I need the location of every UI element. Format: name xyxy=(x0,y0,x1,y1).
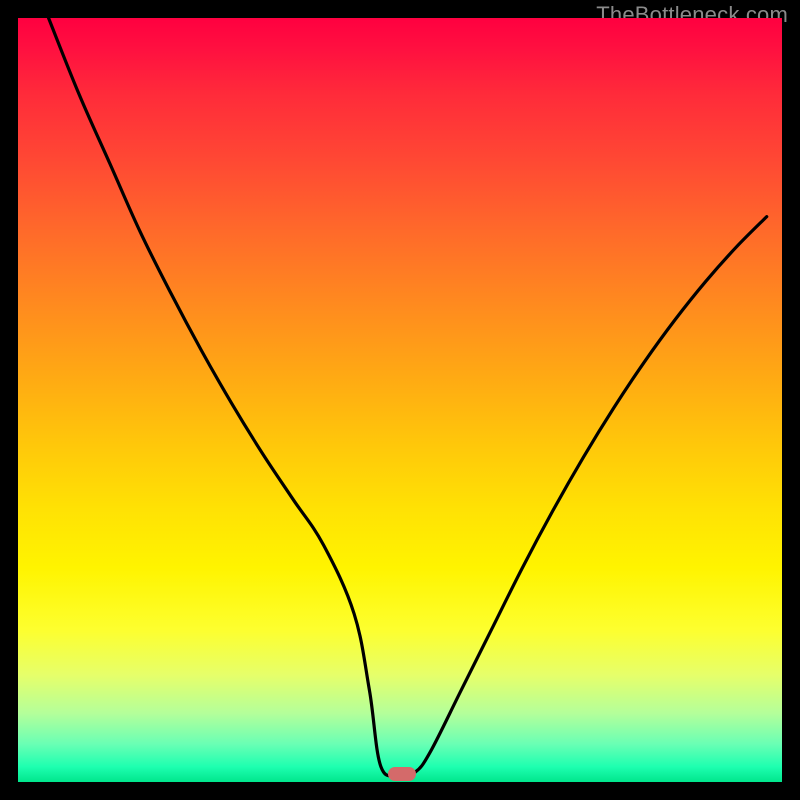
curve-svg xyxy=(18,18,782,782)
chart-stage: TheBottleneck.com xyxy=(0,0,800,800)
bottleneck-curve xyxy=(49,18,767,776)
plot-area xyxy=(18,18,782,782)
optimum-marker xyxy=(388,767,416,781)
